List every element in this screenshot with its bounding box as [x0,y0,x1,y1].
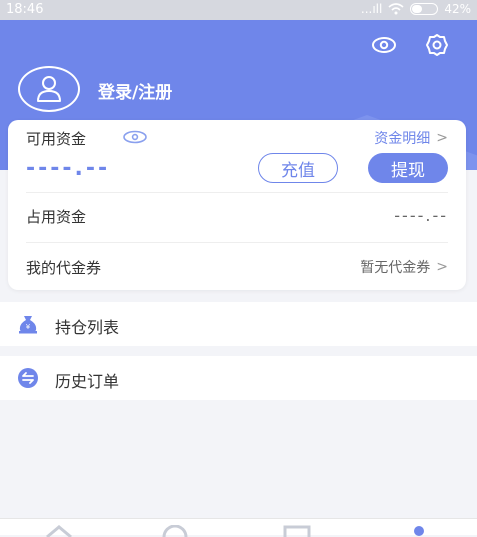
status-time: 18:46 [6,2,44,17]
chart-icon[interactable] [282,525,312,537]
funds-detail-label: 资金明细 [374,131,431,147]
funds-card: 可用资金 资金明细 > ----.-- 充值 提现 占用资金 ----.-- 我… [8,120,466,290]
trade-icon[interactable] [160,525,190,537]
voucher-value: 暂无代金券 [360,260,431,276]
voucher-label: 我的代金券 [26,259,102,277]
home-icon[interactable] [44,525,74,537]
signal-icon: ...ıll [360,2,383,16]
positions-list-label: 持仓列表 [55,318,120,337]
divider [26,192,448,193]
battery-percent: 42% [444,2,471,16]
withdraw-button[interactable]: 提现 [368,153,448,183]
settings-icon[interactable] [424,32,450,58]
wifi-icon [388,3,404,15]
recharge-button[interactable]: 充值 [258,153,338,183]
user-icon[interactable] [404,525,434,537]
avatar[interactable] [18,66,80,112]
status-bar: 18:46 ...ıll 42% [0,0,477,20]
message-icon[interactable] [371,32,397,58]
user-avatar-icon [37,76,61,102]
eye-icon[interactable] [122,130,148,144]
svg-text:¥: ¥ [26,323,31,331]
bottom-tab-bar [0,518,477,537]
order-history-label: 历史订单 [55,372,120,391]
positions-list-item[interactable]: ¥ 持仓列表 [0,302,477,346]
occupied-funds-label: 占用资金 [26,208,87,226]
login-register-link[interactable]: 登录/注册 [98,78,172,103]
available-funds-label: 可用资金 [26,130,87,148]
withdraw-label: 提现 [391,160,425,181]
occupied-funds-value: ----.-- [394,206,448,225]
money-bag-icon: ¥ [19,316,37,334]
funds-detail-link[interactable]: 资金明细 > [374,128,448,148]
chevron-right-icon: > [436,130,448,146]
swap-icon [18,368,38,388]
chevron-right-icon: > [436,259,448,275]
recharge-label: 充值 [281,160,315,181]
battery-icon [410,3,439,15]
status-icons: ...ıll 42% [361,2,471,16]
voucher-row[interactable]: 我的代金券 暂无代金券 > [8,243,466,289]
available-funds-value: ----.-- [26,156,111,181]
order-history-item[interactable]: 历史订单 [0,356,477,400]
